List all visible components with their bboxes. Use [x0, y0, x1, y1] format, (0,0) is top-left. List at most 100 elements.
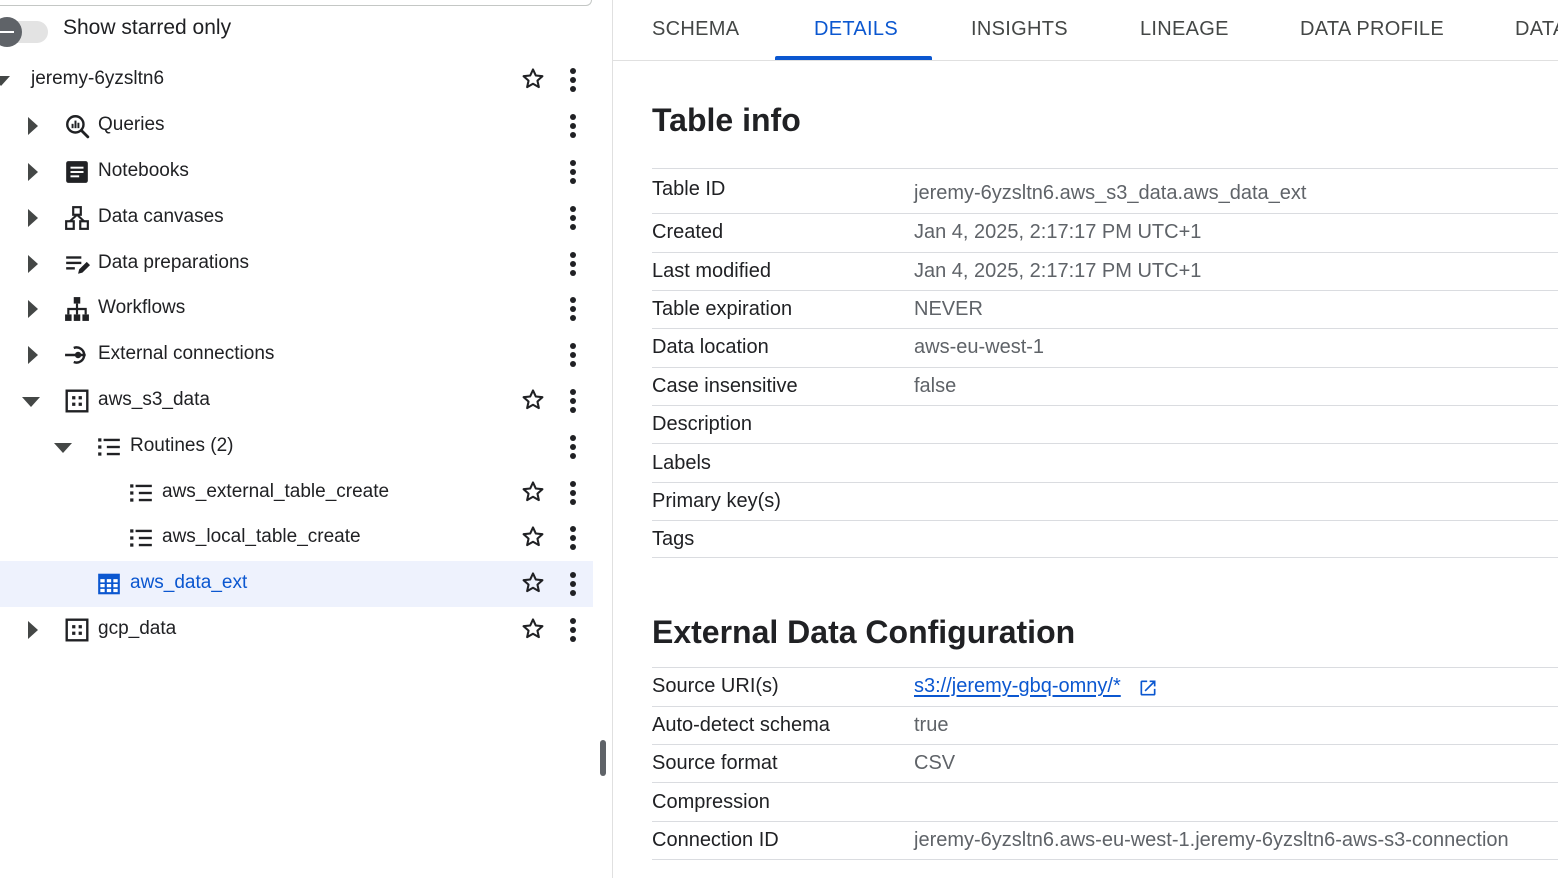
expand-caret-icon[interactable]: [28, 117, 38, 135]
star-icon[interactable]: [520, 66, 546, 92]
routine-icon: [98, 438, 120, 456]
more-options-icon[interactable]: [566, 250, 580, 278]
row-divider: [652, 859, 1558, 860]
info-value: Jan 4, 2025, 2:17:17 PM UTC+1: [914, 221, 1202, 243]
star-icon[interactable]: [520, 479, 546, 505]
expand-caret-icon[interactable]: [28, 163, 38, 181]
tree-item-table-selected[interactable]: aws_data_ext: [0, 561, 593, 607]
collapse-caret-icon[interactable]: [54, 443, 72, 453]
config-row: Source format CSV: [652, 744, 1558, 782]
tab-bar: SCHEMA DETAILS INSIGHTS LINEAGE DATA PRO…: [613, 0, 1558, 61]
info-row: Created Jan 4, 2025, 2:17:17 PM UTC+1: [652, 213, 1558, 252]
dataset-icon: [65, 618, 89, 642]
more-options-icon[interactable]: [566, 387, 580, 415]
star-icon[interactable]: [520, 616, 546, 642]
tab-lineage[interactable]: LINEAGE: [1140, 18, 1229, 41]
collapse-caret-icon[interactable]: [22, 397, 40, 407]
info-row: Tags: [652, 520, 1558, 558]
tree-item-label: Data canvases: [98, 206, 224, 227]
info-value: false: [914, 375, 957, 397]
tree-item-routine[interactable]: aws_external_table_create: [0, 470, 593, 516]
star-icon[interactable]: [520, 524, 546, 550]
tree-item-external-connections[interactable]: External connections: [0, 332, 593, 378]
tab-details[interactable]: DETAILS: [814, 18, 898, 41]
star-icon[interactable]: [520, 387, 546, 413]
data-preparation-icon: [66, 256, 90, 274]
info-key: Description: [652, 413, 753, 435]
config-value: true: [914, 714, 949, 736]
dataset-label: gcp_data: [98, 618, 177, 639]
config-row: Source URI(s) s3://jeremy-gbq-omny/*: [652, 667, 1558, 706]
show-starred-label: Show starred only: [63, 16, 232, 39]
dataset-label: aws_s3_data: [98, 389, 210, 410]
expand-caret-icon[interactable]: [28, 300, 38, 318]
tab-data-quality[interactable]: DATA: [1515, 18, 1558, 41]
info-key: Primary key(s): [652, 490, 781, 512]
more-options-icon[interactable]: [566, 66, 580, 94]
config-row: Connection ID jeremy-6yzsltn6.aws-eu-wes…: [652, 821, 1558, 859]
tree-item-data-canvases[interactable]: Data canvases: [0, 195, 593, 241]
more-options-icon[interactable]: [566, 616, 580, 644]
show-starred-toggle[interactable]: [0, 15, 50, 47]
expand-caret-icon[interactable]: [28, 255, 38, 273]
tree-item-workflows[interactable]: Workflows: [0, 286, 593, 332]
more-options-icon[interactable]: [566, 204, 580, 232]
more-options-icon[interactable]: [566, 158, 580, 186]
tree-item-data-preparations[interactable]: Data preparations: [0, 241, 593, 287]
tree-item-label: External connections: [98, 343, 275, 364]
open-external-icon[interactable]: [1138, 678, 1158, 698]
external-config-heading: External Data Configuration: [652, 614, 1076, 650]
info-value: Jan 4, 2025, 2:17:17 PM UTC+1: [914, 260, 1202, 282]
tree-item-label: Workflows: [98, 297, 186, 318]
tree-item-routine[interactable]: aws_local_table_create: [0, 515, 593, 561]
routine-label: aws_external_table_create: [162, 481, 390, 502]
notebook-icon: [66, 161, 88, 183]
tree-item-dataset[interactable]: aws_s3_data: [0, 378, 593, 424]
table-icon: [98, 573, 120, 595]
tree-item-notebooks[interactable]: Notebooks: [0, 149, 593, 195]
info-row: Data location aws-eu-west-1: [652, 328, 1558, 367]
info-key: Tags: [652, 528, 695, 550]
expand-caret-icon[interactable]: [28, 209, 38, 227]
more-options-icon[interactable]: [566, 524, 580, 552]
info-key: Case insensitive: [652, 375, 798, 397]
more-options-icon[interactable]: [566, 433, 580, 461]
config-key: Auto-detect schema: [652, 714, 830, 736]
info-value: NEVER: [914, 298, 983, 320]
config-row: Compression: [652, 782, 1558, 821]
tab-schema[interactable]: SCHEMA: [652, 18, 739, 41]
more-options-icon[interactable]: [566, 295, 580, 323]
config-key: Compression: [652, 791, 770, 813]
tree-item-label: Notebooks: [98, 160, 189, 181]
expand-caret-icon[interactable]: [28, 346, 38, 364]
routine-icon: [130, 529, 152, 547]
expand-caret-icon[interactable]: [28, 621, 38, 639]
tab-data-profile[interactable]: DATA PROFILE: [1300, 18, 1444, 41]
info-row: Table ID jeremy-6yzsltn6.aws_s3_data.aws…: [652, 168, 1558, 213]
tree-item-routines[interactable]: Routines (2): [0, 424, 593, 470]
tree-item-project[interactable]: jeremy-6yzsltn6: [0, 57, 593, 103]
row-divider: [652, 557, 1558, 558]
search-box-edge: [0, 0, 592, 6]
more-options-icon[interactable]: [566, 341, 580, 369]
tab-insights[interactable]: INSIGHTS: [971, 18, 1068, 41]
source-uri-link[interactable]: s3://jeremy-gbq-omny/*: [914, 675, 1121, 698]
workflow-icon: [65, 297, 89, 321]
tree-item-label: Data preparations: [98, 252, 250, 273]
tree-item-queries[interactable]: Queries: [0, 103, 593, 149]
active-tab-indicator: [775, 56, 932, 60]
star-icon[interactable]: [520, 570, 546, 596]
table-label: aws_data_ext: [130, 572, 248, 593]
config-value: CSV: [914, 752, 956, 774]
info-row: Last modified Jan 4, 2025, 2:17:17 PM UT…: [652, 252, 1558, 290]
panel-resize-handle[interactable]: [600, 740, 606, 776]
tree-item-dataset[interactable]: gcp_data: [0, 607, 593, 653]
more-options-icon[interactable]: [566, 112, 580, 140]
config-key: Source URI(s): [652, 675, 779, 697]
info-key: Created: [652, 221, 724, 243]
collapse-caret-icon[interactable]: [0, 76, 10, 86]
info-key: Table expiration: [652, 298, 793, 320]
more-options-icon[interactable]: [566, 570, 580, 598]
routine-label: aws_local_table_create: [162, 526, 361, 547]
more-options-icon[interactable]: [566, 479, 580, 507]
